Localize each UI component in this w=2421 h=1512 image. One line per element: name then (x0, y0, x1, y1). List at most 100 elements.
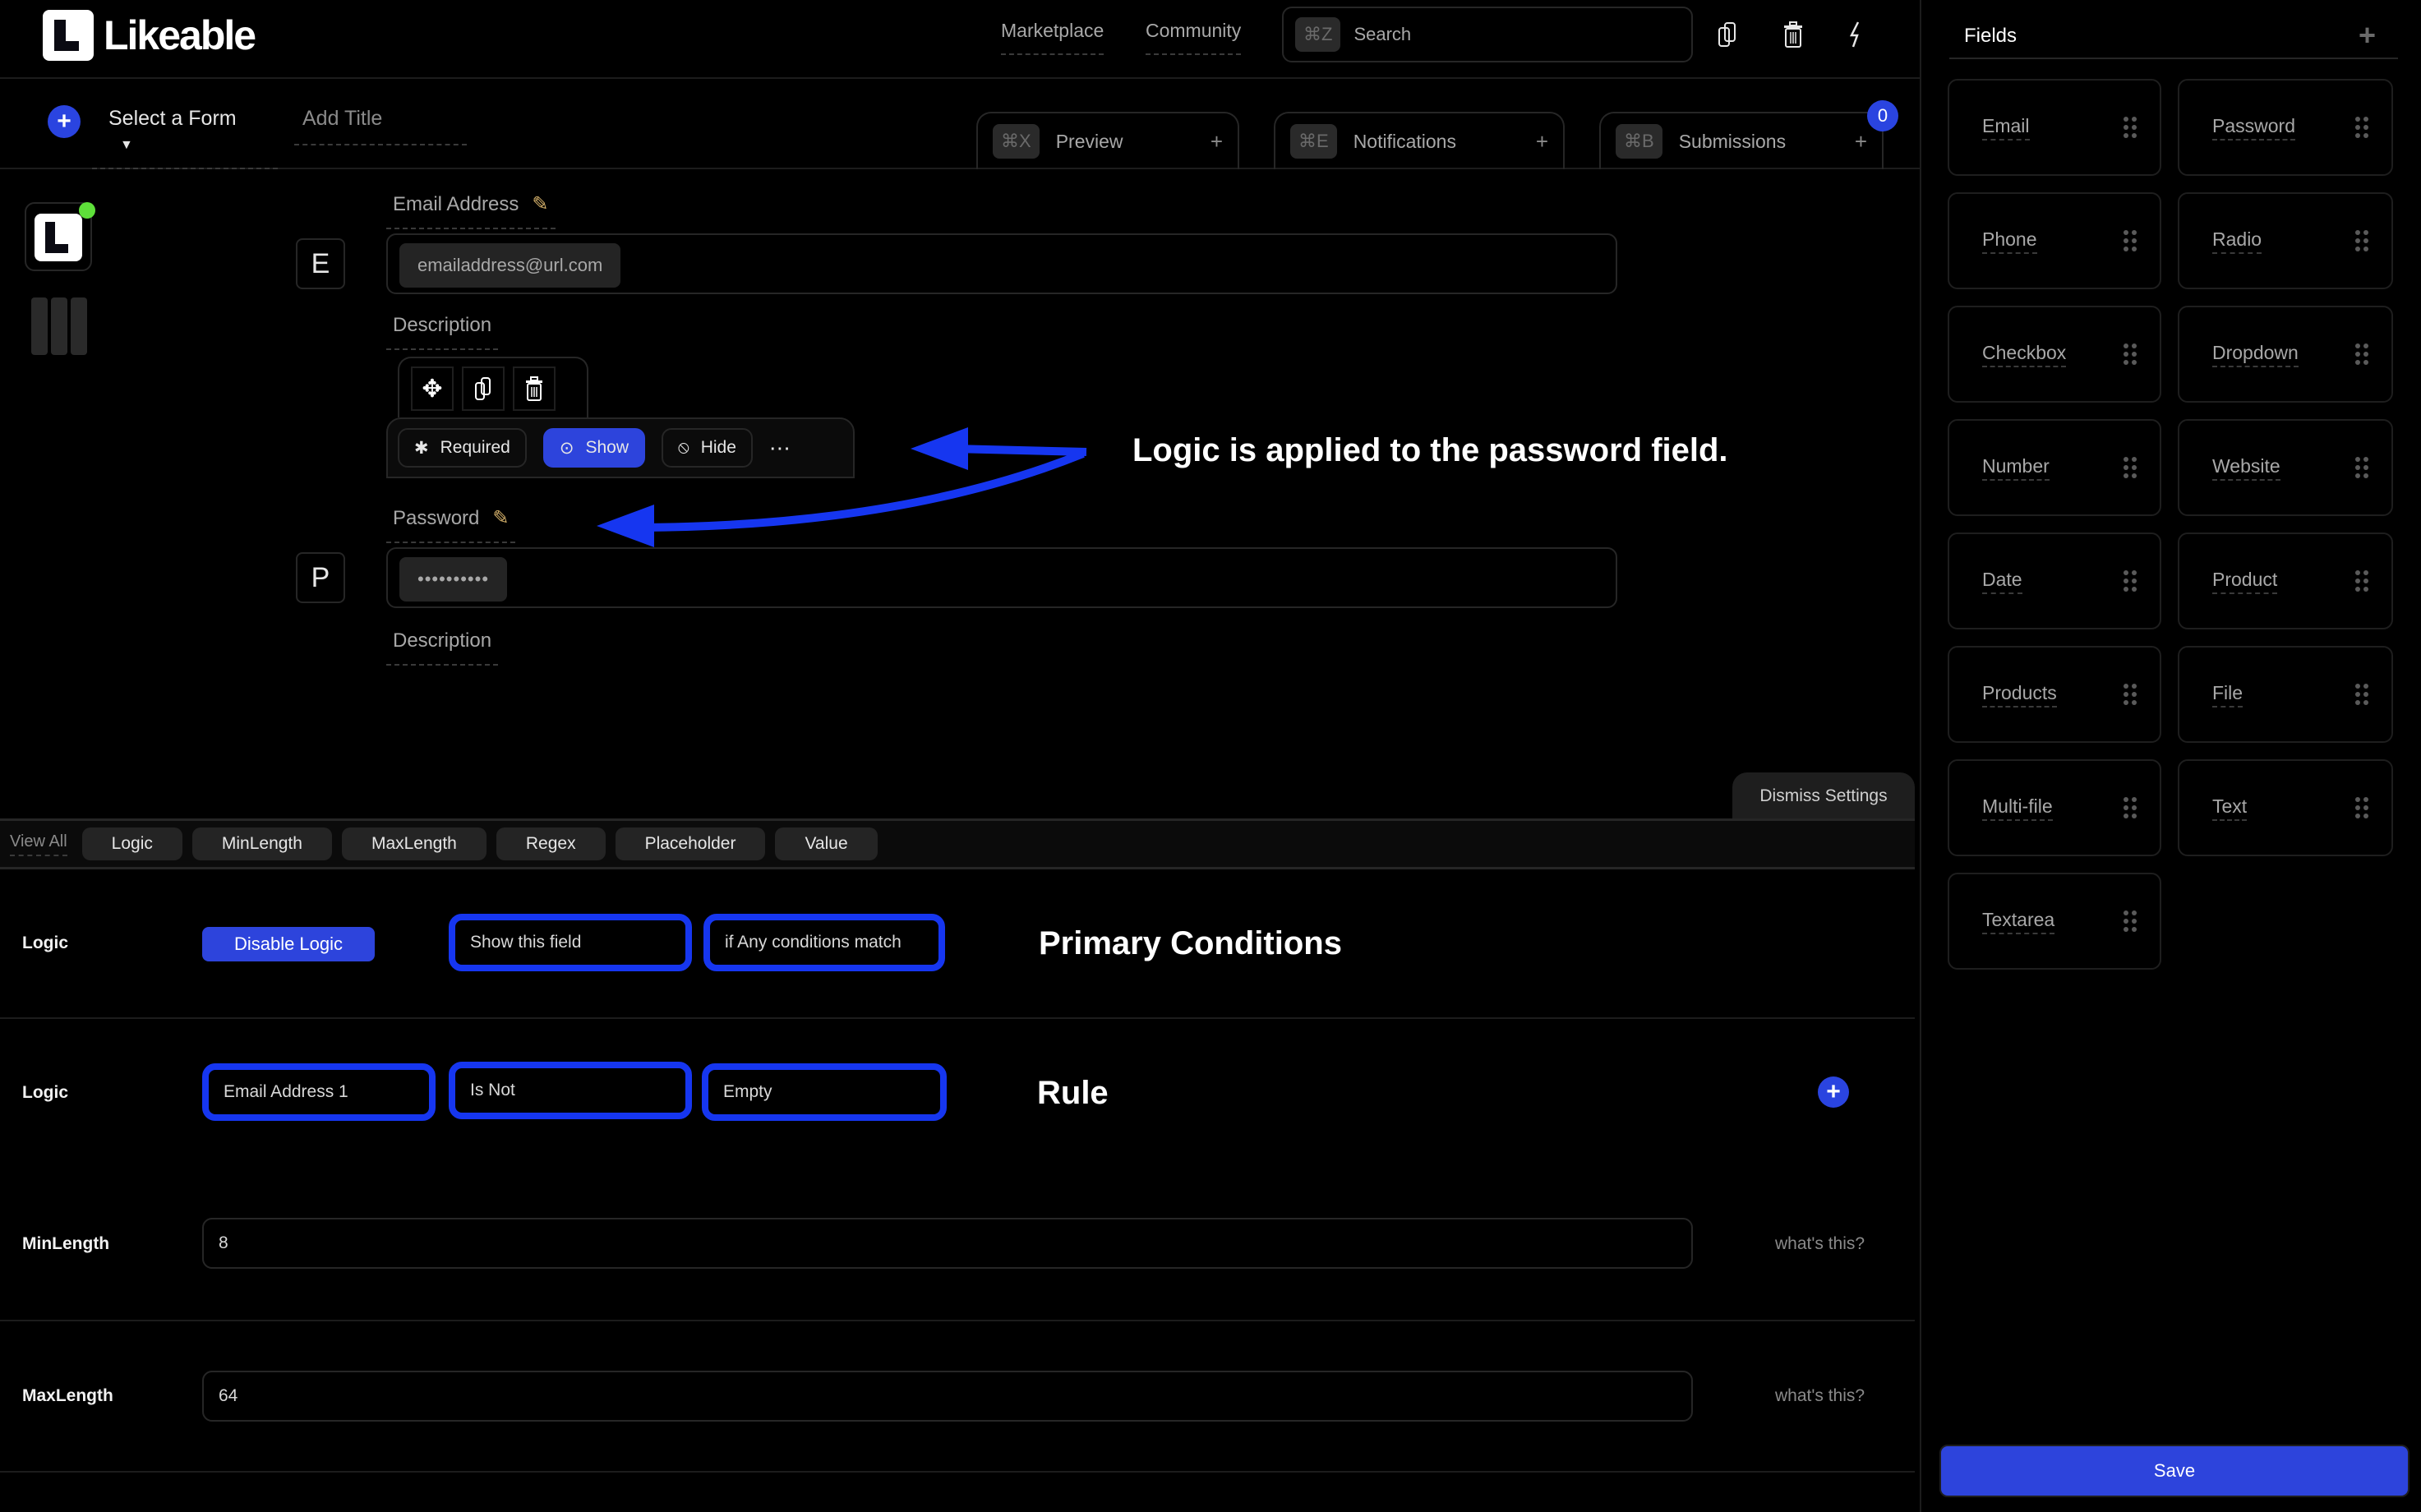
hide-toggle[interactable]: ⦸ Hide (661, 428, 753, 468)
drag-handle-icon[interactable] (2124, 117, 2137, 138)
field-label-password[interactable]: Password ✎ (386, 503, 516, 543)
field-label-email[interactable]: Email Address ✎ (386, 189, 556, 229)
field-type-card[interactable]: Multi-file (1948, 759, 2161, 856)
drag-handle-icon[interactable] (2124, 570, 2137, 592)
field-type-label: Date (1982, 569, 2022, 594)
settings-tab-value[interactable]: Value (775, 827, 878, 860)
drag-handle-icon[interactable] (2124, 684, 2137, 705)
duplicate-icon[interactable] (462, 366, 505, 411)
search-input[interactable]: ⌘Z Search (1282, 7, 1693, 62)
field-type-card[interactable]: Products (1948, 646, 2161, 743)
field-type-card[interactable]: Radio (2178, 192, 2393, 289)
settings-tab-logic[interactable]: Logic (81, 827, 182, 860)
maxlength-help-link[interactable]: what's this? (1775, 1386, 1865, 1406)
email-field[interactable]: emailaddress@url.com (386, 233, 1617, 294)
tab-submissions[interactable]: ⌘B Submissions + (1599, 112, 1884, 169)
field-type-card[interactable]: Number (1948, 419, 2161, 516)
drag-handle-icon[interactable] (2124, 797, 2137, 818)
disable-logic-button[interactable]: Disable Logic (202, 927, 375, 961)
dismiss-settings-button[interactable]: Dismiss Settings (1732, 772, 1915, 820)
field-type-card[interactable]: Date (1948, 532, 2161, 629)
divider (0, 1320, 1915, 1321)
drag-handle-icon[interactable] (2355, 570, 2368, 592)
field-type-label: Password (2212, 115, 2295, 141)
more-options-icon[interactable]: ⋯ (769, 436, 792, 461)
password-field[interactable]: •••••••••• (386, 547, 1617, 608)
rule-value-select[interactable]: Empty (702, 1063, 947, 1121)
drag-handle-icon[interactable] (2355, 684, 2368, 705)
add-rule-button[interactable]: + (1818, 1076, 1849, 1108)
add-field-icon[interactable]: + (2359, 18, 2376, 53)
drag-handle-icon[interactable] (2124, 910, 2137, 932)
pencil-icon[interactable]: ✎ (492, 506, 509, 530)
field-description-email[interactable]: Description (386, 311, 499, 350)
tab-shortcut: ⌘E (1290, 124, 1337, 159)
trash-icon[interactable] (1777, 18, 1810, 51)
field-type-card[interactable]: Textarea (1948, 873, 2161, 970)
delete-icon[interactable] (513, 366, 556, 411)
drag-handle-icon[interactable] (2355, 117, 2368, 138)
field-type-card[interactable]: Email (1948, 79, 2161, 176)
rule-operator-select[interactable]: Is Not (449, 1062, 692, 1119)
drag-handle-icon[interactable] (2355, 343, 2368, 365)
plus-icon[interactable]: + (1536, 129, 1548, 154)
field-type-label: Website (2212, 455, 2280, 481)
minlength-help-link[interactable]: what's this? (1775, 1234, 1865, 1254)
settings-tab-placeholder[interactable]: Placeholder (615, 827, 766, 860)
drag-handle-icon[interactable] (2124, 230, 2137, 251)
field-label-text: Email Address (393, 192, 519, 215)
settings-tab-minlength[interactable]: MinLength (191, 827, 332, 860)
workspace-logo-icon (35, 214, 82, 261)
field-type-label: Checkbox (1982, 342, 2067, 367)
fields-title: Fields (1964, 25, 2018, 47)
add-form-button[interactable]: + (48, 105, 81, 138)
lightning-icon[interactable] (1839, 18, 1872, 51)
move-icon[interactable]: ✥ (411, 366, 454, 411)
logic-match-select[interactable]: if Any conditions match (703, 914, 945, 971)
copy-icon[interactable] (1711, 18, 1744, 51)
field-type-card[interactable]: Text (2178, 759, 2393, 856)
minlength-input[interactable]: 8 (202, 1218, 1693, 1269)
rule-field-select[interactable]: Email Address 1 (202, 1063, 436, 1121)
drag-handle-icon[interactable] (2355, 230, 2368, 251)
field-type-card[interactable]: Dropdown (2178, 306, 2393, 403)
drag-handle-icon[interactable] (2355, 457, 2368, 478)
pencil-icon[interactable]: ✎ (532, 192, 548, 216)
add-title-input[interactable]: Add Title (294, 104, 467, 145)
field-type-card[interactable]: Website (2178, 419, 2393, 516)
field-type-card[interactable]: File (2178, 646, 2393, 743)
select-form-dropdown[interactable]: Select a Form ▼ (92, 104, 278, 169)
save-button[interactable]: Save (1939, 1445, 2409, 1497)
tab-preview[interactable]: ⌘X Preview + (976, 112, 1239, 169)
field-label-text: Password (393, 506, 480, 529)
required-label: Required (440, 438, 510, 457)
nav-community[interactable]: Community (1146, 20, 1242, 55)
field-type-label: Textarea (1982, 909, 2055, 934)
password-field-value: •••••••••• (399, 557, 508, 602)
plus-icon[interactable]: + (1210, 129, 1223, 154)
field-type-card[interactable]: Phone (1948, 192, 2161, 289)
tab-notifications[interactable]: ⌘E Notifications + (1274, 112, 1565, 169)
tab-label: Preview (1055, 130, 1123, 152)
field-type-card[interactable]: Checkbox (1948, 306, 2161, 403)
settings-tab-regex[interactable]: Regex (496, 827, 606, 860)
maxlength-input[interactable]: 64 (202, 1371, 1693, 1422)
plus-icon[interactable]: + (1855, 129, 1867, 154)
show-toggle[interactable]: ⊙ Show (542, 428, 645, 468)
field-type-card[interactable]: Password (2178, 79, 2393, 176)
drag-handle-icon[interactable] (2124, 343, 2137, 365)
layout-icon[interactable] (31, 297, 87, 355)
field-description-password[interactable]: Description (386, 626, 499, 666)
logo-mark-icon (43, 10, 94, 61)
drag-handle-icon[interactable] (2124, 457, 2137, 478)
hide-label: Hide (700, 438, 736, 457)
settings-tab-maxlength[interactable]: MaxLength (341, 827, 487, 860)
field-type-card[interactable]: Product (2178, 532, 2393, 629)
field-type-label: Text (2212, 795, 2248, 821)
view-all-link[interactable]: View All (10, 832, 67, 856)
required-toggle[interactable]: ✱ Required (398, 428, 527, 468)
nav-marketplace[interactable]: Marketplace (1001, 20, 1104, 55)
logic-action-select[interactable]: Show this field (449, 914, 692, 971)
app-logo[interactable]: Likeable (43, 10, 256, 61)
drag-handle-icon[interactable] (2355, 797, 2368, 818)
